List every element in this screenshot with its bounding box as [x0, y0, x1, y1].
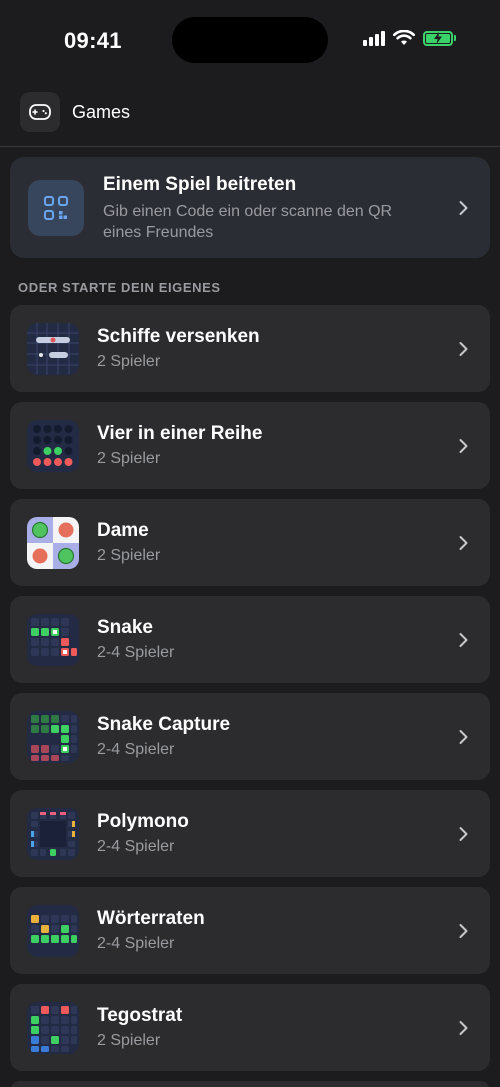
game-row-tegostrat[interactable]: Tegostrat 2 Spieler: [10, 984, 490, 1071]
chevron-right-icon: [459, 535, 468, 550]
game-players: 2-4 Spieler: [97, 935, 175, 952]
game-row-battleship[interactable]: Schiffe versenken 2 Spieler: [10, 305, 490, 392]
join-subtitle: Gib einen Code ein oder scanne den QR ei…: [103, 202, 393, 241]
game-players: 2-4 Spieler: [97, 644, 175, 661]
game-players: 2 Spieler: [97, 353, 161, 370]
next-game-row-partial[interactable]: [10, 1081, 490, 1087]
game-name: Dame: [97, 520, 149, 541]
status-time: 09:41: [64, 28, 122, 53]
page-title: Games: [72, 101, 131, 122]
chevron-right-icon: [459, 438, 468, 453]
tegostrat-icon: [27, 1001, 79, 1054]
game-row-polymono[interactable]: Polymono 2-4 Spieler: [10, 790, 490, 877]
chevron-right-icon: [459, 632, 468, 647]
status-icons: [363, 30, 456, 46]
game-row-checkers[interactable]: Dame 2 Spieler: [10, 499, 490, 586]
chevron-right-icon: [459, 1020, 468, 1035]
dynamic-island: [172, 17, 328, 63]
battleship-icon: [27, 322, 79, 375]
section-label: ODER STARTE DEIN EIGENES: [18, 280, 221, 295]
battery-icon: [423, 30, 453, 46]
battery-nub: [454, 35, 456, 41]
connect-four-icon: [27, 419, 79, 472]
status-bar: 09:41: [0, 0, 500, 84]
cellular-signal-icon: [363, 30, 385, 46]
word-guess-icon: [27, 904, 79, 957]
game-row-snake[interactable]: Snake 2-4 Spieler: [10, 596, 490, 683]
game-name: Tegostrat: [97, 1005, 183, 1026]
chevron-right-icon: [459, 923, 468, 938]
game-name: Snake: [97, 617, 153, 638]
games-list: Schiffe versenken 2 Spieler Vier in eine…: [10, 305, 490, 1081]
game-players: 2 Spieler: [97, 547, 161, 564]
game-name: Polymono: [97, 811, 189, 832]
chevron-right-icon: [459, 341, 468, 356]
game-players: 2 Spieler: [97, 1032, 161, 1049]
game-name: Wörterraten: [97, 908, 205, 929]
snake-icon: [27, 613, 79, 666]
wifi-icon: [393, 30, 415, 45]
header: Games: [20, 92, 130, 132]
chevron-right-icon: [459, 200, 468, 215]
join-text: Einem Spiel beitreten Gib einen Code ein…: [103, 173, 423, 243]
header-divider: [0, 146, 500, 147]
game-name: Snake Capture: [97, 714, 231, 735]
game-row-connect-four[interactable]: Vier in einer Reihe 2 Spieler: [10, 402, 490, 489]
game-players: 2 Spieler: [97, 450, 161, 467]
game-row-word-guess[interactable]: Wörterraten 2-4 Spieler: [10, 887, 490, 974]
game-players: 2-4 Spieler: [97, 838, 175, 855]
qr-code-icon: [28, 179, 84, 236]
join-game-card[interactable]: Einem Spiel beitreten Gib einen Code ein…: [10, 157, 490, 258]
polymono-icon: [27, 807, 79, 860]
chevron-right-icon: [459, 826, 468, 841]
charging-bolt-icon: [434, 32, 442, 44]
snake-capture-icon: [27, 710, 79, 763]
join-title: Einem Spiel beitreten: [103, 173, 297, 195]
checkers-icon: [27, 516, 79, 569]
game-name: Schiffe versenken: [97, 326, 260, 347]
chevron-right-icon: [459, 729, 468, 744]
game-players: 2-4 Spieler: [97, 741, 175, 758]
game-row-snake-capture[interactable]: Snake Capture 2-4 Spieler: [10, 693, 490, 780]
game-name: Vier in einer Reihe: [97, 423, 263, 444]
gamepad-icon: [20, 92, 60, 132]
